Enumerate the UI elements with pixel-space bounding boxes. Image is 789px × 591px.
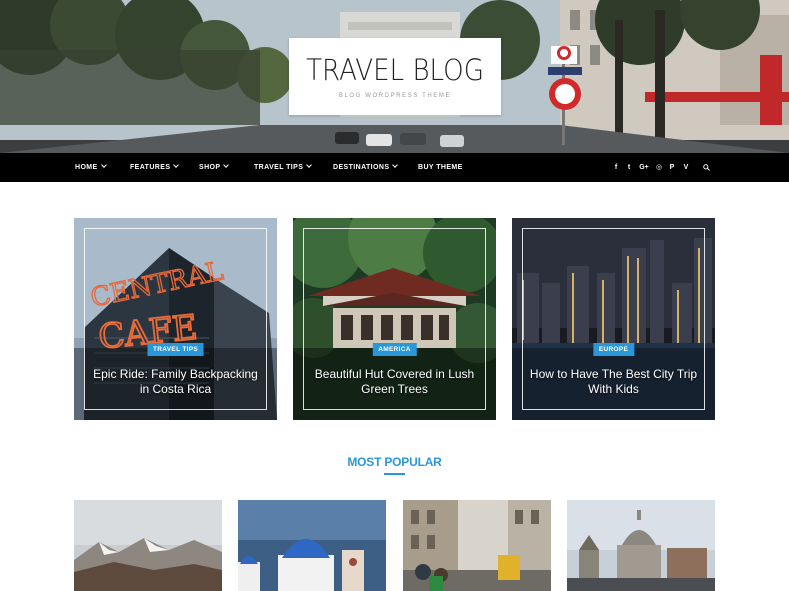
nav-item-buy-theme[interactable]: BUY THEME	[418, 153, 463, 182]
chevron-down-icon	[173, 162, 180, 168]
popular-post-thumbnail[interactable]	[238, 500, 386, 591]
featured-post-card[interactable]: EUROPE How to Have The Best City Trip Wi…	[512, 218, 715, 420]
nav-item-features[interactable]: FEATURES	[130, 153, 180, 182]
nav-label: BUY THEME	[418, 164, 463, 171]
popular-post-thumbnail[interactable]	[74, 500, 222, 591]
most-popular-heading: MOST POPULAR	[347, 455, 442, 469]
google-plus-icon[interactable]: G+	[638, 153, 650, 182]
site-logo[interactable]: TRAVEL BLOG BLOG WORDPRESS THEME	[289, 38, 501, 115]
instagram-icon[interactable]: ◎	[653, 153, 665, 182]
nav-item-travel-tips[interactable]: TRAVEL TIPS	[254, 153, 313, 182]
nav-item-shop[interactable]: SHOP	[199, 153, 230, 182]
thumb-image-mountains	[74, 500, 222, 591]
nav-label: HOME	[75, 164, 98, 171]
thumb-image-cathedral	[567, 500, 715, 591]
post-title[interactable]: Epic Ride: Family Backpacking in Costa R…	[90, 367, 261, 397]
nav-label: TRAVEL TIPS	[254, 164, 304, 171]
chevron-down-icon	[100, 162, 107, 168]
site-title: TRAVEL BLOG	[306, 53, 484, 87]
thumb-image-tram-street	[403, 500, 551, 591]
chevron-down-icon	[392, 162, 399, 168]
nav-item-destinations[interactable]: DESTINATIONS	[333, 153, 399, 182]
pinterest-icon[interactable]: P	[666, 153, 678, 182]
site-tagline: BLOG WORDPRESS THEME	[338, 93, 452, 99]
nav-label: SHOP	[199, 164, 221, 171]
main-navigation: HOME FEATURES SHOP TRAVEL TIPS DESTINATI…	[0, 153, 789, 182]
chevron-down-icon	[223, 162, 230, 168]
nav-item-home[interactable]: HOME	[75, 153, 107, 182]
chevron-down-icon	[306, 162, 313, 168]
twitter-icon[interactable]: t	[623, 153, 635, 182]
heading-underline	[384, 473, 405, 475]
nav-label: FEATURES	[130, 164, 171, 171]
featured-post-card[interactable]: CENTRAL CAFE TRAVEL TIPS Epic Ride: Fami…	[74, 218, 277, 420]
category-badge[interactable]: TRAVEL TIPS	[147, 343, 204, 356]
post-title[interactable]: Beautiful Hut Covered in Lush Green Tree…	[309, 367, 480, 397]
category-badge[interactable]: AMERICA	[372, 343, 417, 356]
thumb-image-blue-dome	[238, 500, 386, 591]
facebook-icon[interactable]: f	[610, 153, 622, 182]
featured-post-card[interactable]: AMERICA Beautiful Hut Covered in Lush Gr…	[293, 218, 496, 420]
vimeo-icon[interactable]: V	[680, 153, 692, 182]
category-badge[interactable]: EUROPE	[592, 343, 635, 356]
popular-post-thumbnail[interactable]	[567, 500, 715, 591]
nav-label: DESTINATIONS	[333, 164, 390, 171]
search-icon[interactable]	[703, 164, 710, 171]
popular-post-thumbnail[interactable]	[403, 500, 551, 591]
post-title[interactable]: How to Have The Best City Trip With Kids	[528, 367, 699, 397]
hero-banner: TRAVEL BLOG BLOG WORDPRESS THEME	[0, 0, 789, 153]
